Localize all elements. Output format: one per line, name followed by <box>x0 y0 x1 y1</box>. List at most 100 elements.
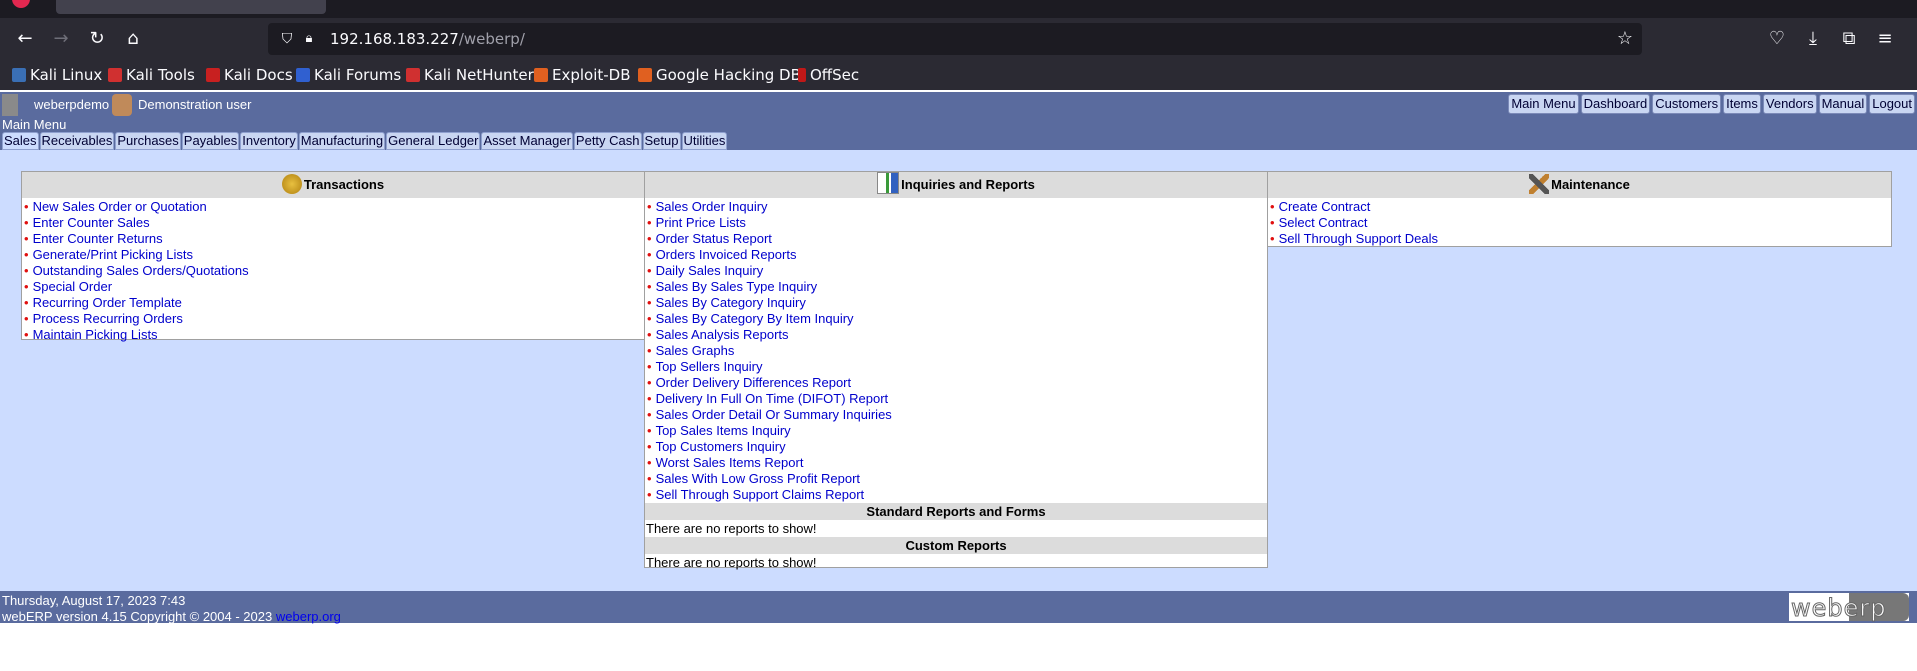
lock-icon[interactable]: 🔒︎ <box>298 28 320 50</box>
link-recurring-template[interactable]: Recurring Order Template <box>33 295 182 310</box>
window-close-icon[interactable] <box>12 0 30 8</box>
pocket-icon[interactable]: ♡ <box>1766 28 1788 50</box>
home-icon[interactable]: ⌂ <box>122 28 144 50</box>
list-item[interactable]: • Sales Order Detail Or Summary Inquiries <box>647 407 1267 423</box>
link-sales-by-type[interactable]: Sales By Sales Type Inquiry <box>656 279 818 294</box>
company-name[interactable]: weberpdemo <box>34 97 109 112</box>
link-top-sales-items[interactable]: Top Sales Items Inquiry <box>656 423 791 438</box>
quicklink-items[interactable]: Items <box>1723 94 1761 114</box>
link-create-contract[interactable]: Create Contract <box>1279 199 1371 214</box>
link-new-sales-order[interactable]: New Sales Order or Quotation <box>33 199 207 214</box>
bookmark-kali-linux[interactable]: Kali Linux <box>12 65 102 85</box>
quicklink-manual[interactable]: Manual <box>1818 94 1868 114</box>
list-item[interactable]: • Sales Order Inquiry <box>647 199 1267 215</box>
extensions-icon[interactable]: ⧉ <box>1838 28 1860 50</box>
list-item[interactable]: • Outstanding Sales Orders/Quotations <box>24 263 644 279</box>
link-picking-lists[interactable]: Generate/Print Picking Lists <box>33 247 193 262</box>
link-maintain-picking[interactable]: Maintain Picking Lists <box>33 327 158 342</box>
list-item[interactable]: • Generate/Print Picking Lists <box>24 247 644 263</box>
link-sales-analysis[interactable]: Sales Analysis Reports <box>656 327 789 342</box>
tab-asset-manager[interactable]: Asset Manager <box>481 132 573 150</box>
list-item[interactable]: • Recurring Order Template <box>24 295 644 311</box>
tab-payables[interactable]: Payables <box>181 132 240 150</box>
bookmark-kali-nethunter[interactable]: Kali NetHunter <box>406 65 534 85</box>
list-item[interactable]: • Sales With Low Gross Profit Report <box>647 471 1267 487</box>
url-text[interactable]: 192.168.183.227/weberp/ <box>330 30 525 48</box>
list-item[interactable]: • Select Contract <box>1270 215 1891 231</box>
link-outstanding-orders[interactable]: Outstanding Sales Orders/Quotations <box>33 263 249 278</box>
list-item[interactable]: • Process Recurring Orders <box>24 311 644 327</box>
reload-icon[interactable]: ↻ <box>86 28 108 50</box>
tab-setup[interactable]: Setup <box>642 132 681 150</box>
link-top-sellers[interactable]: Top Sellers Inquiry <box>656 359 763 374</box>
list-item[interactable]: • Daily Sales Inquiry <box>647 263 1267 279</box>
menu-icon[interactable]: ≡ <box>1874 28 1896 50</box>
bookmark-star-icon[interactable]: ☆ <box>1614 28 1636 50</box>
back-icon[interactable]: ← <box>14 28 36 50</box>
bookmark-google-hacking-db[interactable]: Google Hacking DB <box>638 65 801 85</box>
tab-purchases[interactable]: Purchases <box>115 132 181 150</box>
list-item[interactable]: • Delivery In Full On Time (DIFOT) Report <box>647 391 1267 407</box>
list-item[interactable]: • Order Status Report <box>647 231 1267 247</box>
link-order-status-report[interactable]: Order Status Report <box>656 231 772 246</box>
list-item[interactable]: • Print Price Lists <box>647 215 1267 231</box>
bookmark-kali-docs[interactable]: Kali Docs <box>206 65 293 85</box>
tab-receivables[interactable]: Receivables <box>39 132 115 150</box>
list-item[interactable]: • Order Delivery Differences Report <box>647 375 1267 391</box>
link-worst-sales-items[interactable]: Worst Sales Items Report <box>656 455 804 470</box>
tab-sales[interactable]: Sales <box>2 132 39 150</box>
download-icon[interactable]: ⤓ <box>1802 28 1824 50</box>
link-difot-report[interactable]: Delivery In Full On Time (DIFOT) Report <box>656 391 889 406</box>
quicklink-dashboard[interactable]: Dashboard <box>1580 94 1651 114</box>
link-sell-through-deals[interactable]: Sell Through Support Deals <box>1279 231 1438 246</box>
list-item[interactable]: • Enter Counter Returns <box>24 231 644 247</box>
list-item[interactable]: • Top Sellers Inquiry <box>647 359 1267 375</box>
list-item[interactable]: • Sales Analysis Reports <box>647 327 1267 343</box>
bookmark-kali-forums[interactable]: Kali Forums <box>296 65 401 85</box>
link-orders-invoiced[interactable]: Orders Invoiced Reports <box>656 247 797 262</box>
quicklink-main-menu[interactable]: Main Menu <box>1508 94 1579 114</box>
list-item[interactable]: • Sales Graphs <box>647 343 1267 359</box>
link-order-detail-summary[interactable]: Sales Order Detail Or Summary Inquiries <box>656 407 892 422</box>
bookmark-exploit-db[interactable]: Exploit-DB <box>534 65 631 85</box>
url-bar[interactable]: ⛉ 🔒︎ 192.168.183.227/weberp/ ☆ <box>268 23 1642 55</box>
list-item[interactable]: • Create Contract <box>1270 199 1891 215</box>
link-sell-through-claims[interactable]: Sell Through Support Claims Report <box>656 487 865 502</box>
list-item[interactable]: • New Sales Order or Quotation <box>24 199 644 215</box>
link-sales-order-inquiry[interactable]: Sales Order Inquiry <box>656 199 768 214</box>
list-item[interactable]: • Maintain Picking Lists <box>24 327 644 343</box>
list-item[interactable]: • Sell Through Support Deals <box>1270 231 1891 247</box>
link-print-price-lists[interactable]: Print Price Lists <box>656 215 746 230</box>
link-enter-counter-returns[interactable]: Enter Counter Returns <box>33 231 163 246</box>
link-enter-counter-sales[interactable]: Enter Counter Sales <box>33 215 150 230</box>
link-low-gross-profit[interactable]: Sales With Low Gross Profit Report <box>656 471 860 486</box>
tab-utilities[interactable]: Utilities <box>681 132 728 150</box>
bookmark-offsec[interactable]: OffSec <box>798 65 859 85</box>
list-item[interactable]: • Special Order <box>24 279 644 295</box>
list-item[interactable]: • Sales By Category Inquiry <box>647 295 1267 311</box>
link-daily-sales[interactable]: Daily Sales Inquiry <box>656 263 764 278</box>
list-item[interactable]: • Orders Invoiced Reports <box>647 247 1267 263</box>
browser-tab-active[interactable] <box>56 0 326 14</box>
list-item[interactable]: • Sales By Category By Item Inquiry <box>647 311 1267 327</box>
quicklink-vendors[interactable]: Vendors <box>1762 94 1817 114</box>
list-item[interactable]: • Sell Through Support Claims Report <box>647 487 1267 503</box>
tab-general-ledger[interactable]: General Ledger <box>386 132 481 150</box>
link-top-customers[interactable]: Top Customers Inquiry <box>656 439 786 454</box>
list-item[interactable]: • Sales By Sales Type Inquiry <box>647 279 1267 295</box>
link-special-order[interactable]: Special Order <box>33 279 112 294</box>
link-delivery-differences[interactable]: Order Delivery Differences Report <box>656 375 852 390</box>
tab-inventory[interactable]: Inventory <box>240 132 298 150</box>
list-item[interactable]: • Top Customers Inquiry <box>647 439 1267 455</box>
link-process-recurring[interactable]: Process Recurring Orders <box>33 311 183 326</box>
link-select-contract[interactable]: Select Contract <box>1279 215 1368 230</box>
list-item[interactable]: • Enter Counter Sales <box>24 215 644 231</box>
quicklink-logout[interactable]: Logout <box>1869 94 1915 114</box>
link-sales-graphs[interactable]: Sales Graphs <box>656 343 735 358</box>
user-name[interactable]: Demonstration user <box>138 97 251 112</box>
link-sales-by-category[interactable]: Sales By Category Inquiry <box>656 295 806 310</box>
tab-manufacturing[interactable]: Manufacturing <box>298 132 386 150</box>
forward-icon[interactable]: → <box>50 28 72 50</box>
tab-petty-cash[interactable]: Petty Cash <box>573 132 642 150</box>
footer-weberp-link[interactable]: weberp.org <box>276 609 341 624</box>
